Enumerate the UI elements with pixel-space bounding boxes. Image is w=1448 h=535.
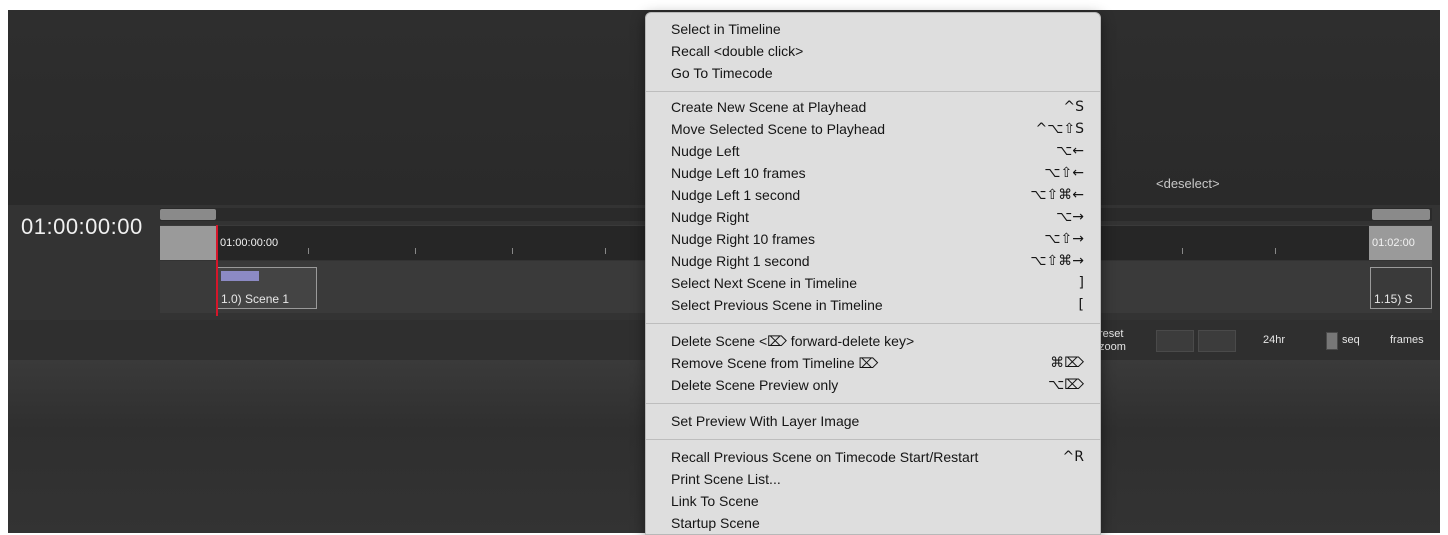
menu-item-print-scene-list[interactable]: Print Scene List...: [646, 469, 1100, 491]
scrollbar-thumb-right[interactable]: [1372, 209, 1430, 220]
menu-item-nudge-right-1-second[interactable]: Nudge Right 1 second ⌥⇧⌘→: [646, 251, 1100, 273]
ruler-tick: [1182, 248, 1183, 254]
menu-shortcut: ⌥⇧→: [1044, 231, 1084, 247]
menu-shortcut: ⌥→: [1056, 209, 1084, 225]
scene-clip[interactable]: 1.15) S: [1370, 267, 1432, 309]
menu-item-create-new-scene[interactable]: Create New Scene at Playhead ^S: [646, 97, 1100, 119]
scene-clip-label: 1.15) S: [1374, 292, 1413, 306]
menu-item-set-preview-with-layer-image[interactable]: Set Preview With Layer Image: [646, 411, 1100, 433]
menu-item-select-in-timeline[interactable]: Select in Timeline: [646, 19, 1100, 41]
menu-item-nudge-left-1-second[interactable]: Nudge Left 1 second ⌥⇧⌘←: [646, 185, 1100, 207]
ruler-tick: [605, 248, 606, 254]
menu-item-nudge-right-10-frames[interactable]: Nudge Right 10 frames ⌥⇧→: [646, 229, 1100, 251]
menu-separator: [646, 439, 1100, 440]
menu-shortcut: ⌥⌦: [1048, 377, 1084, 393]
menu-shortcut: ]: [1078, 275, 1084, 291]
menu-item-recall-previous-scene[interactable]: Recall Previous Scene on Timecode Start/…: [646, 447, 1100, 469]
menu-item-nudge-left[interactable]: Nudge Left ⌥←: [646, 141, 1100, 163]
scene-thumbnail: [221, 271, 259, 281]
scene-clip[interactable]: 1.0) Scene 1: [217, 267, 317, 309]
menu-shortcut: ⌥⇧⌘→: [1030, 253, 1084, 269]
menu-separator: [646, 323, 1100, 324]
menu-item-go-to-timecode[interactable]: Go To Timecode: [646, 63, 1100, 85]
menu-item-move-selected-scene[interactable]: Move Selected Scene to Playhead ^⌥⇧S: [646, 119, 1100, 141]
timecode-display: 01:00:00:00: [21, 214, 143, 239]
menu-shortcut: ⌥⇧←: [1044, 165, 1084, 181]
menu-shortcut: ^⌥⇧S: [1035, 121, 1084, 137]
ruler-start-label: 01:00:00:00: [220, 237, 279, 249]
menu-item-delete-scene-preview[interactable]: Delete Scene Preview only ⌥⌦: [646, 375, 1100, 397]
menu-item-startup-scene[interactable]: Startup Scene: [646, 513, 1100, 534]
menu-separator: [646, 91, 1100, 92]
menu-item-select-previous-scene[interactable]: Select Previous Scene in Timeline [: [646, 295, 1100, 317]
zoom-slider-handle[interactable]: [1326, 332, 1338, 350]
menu-item-select-next-scene[interactable]: Select Next Scene in Timeline ]: [646, 273, 1100, 295]
menu-item-nudge-right[interactable]: Nudge Right ⌥→: [646, 207, 1100, 229]
menu-separator: [646, 403, 1100, 404]
scene-clip-label: 1.0) Scene 1: [221, 292, 290, 306]
menu-shortcut: ⌥←: [1056, 143, 1084, 159]
menu-item-remove-scene-from-timeline[interactable]: Remove Scene from Timeline ⌦ ⌘⌦: [646, 353, 1100, 375]
menu-item-link-to-scene[interactable]: Link To Scene: [646, 491, 1100, 513]
menu-shortcut: ⌘⌦: [1050, 355, 1084, 371]
zoom-24hr-button[interactable]: 24hr: [1263, 334, 1285, 346]
menu-shortcut: [: [1078, 297, 1084, 313]
ruler-tick: [415, 248, 416, 254]
menu-shortcut: ^R: [1062, 449, 1084, 465]
zoom-seq-button[interactable]: seq: [1342, 334, 1360, 346]
ruler-tick: [1275, 248, 1276, 254]
zoom-preset-button[interactable]: [1198, 330, 1236, 352]
ruler-end-label: 01:02:00: [1372, 237, 1415, 249]
scrollbar-thumb-left[interactable]: [160, 209, 216, 220]
menu-shortcut: ⌥⇧⌘←: [1030, 187, 1084, 203]
menu-item-recall[interactable]: Recall <double click>: [646, 41, 1100, 63]
ruler-start-region: [160, 226, 216, 260]
playhead[interactable]: [216, 225, 218, 316]
ruler-tick: [512, 248, 513, 254]
zoom-label: zoom: [1099, 341, 1126, 353]
scene-context-menu: Select in Timeline Recall <double click>…: [645, 12, 1101, 535]
menu-shortcut: ^S: [1063, 99, 1084, 115]
menu-item-nudge-left-10-frames[interactable]: Nudge Left 10 frames ⌥⇧←: [646, 163, 1100, 185]
ruler-tick: [308, 248, 309, 254]
deselect-button[interactable]: <deselect>: [1156, 176, 1220, 191]
reset-zoom-button[interactable]: reset: [1099, 328, 1123, 340]
menu-item-delete-scene[interactable]: Delete Scene <⌦ forward-delete key>: [646, 331, 1100, 353]
zoom-preset-button[interactable]: [1156, 330, 1194, 352]
zoom-frames-button[interactable]: frames: [1390, 334, 1424, 346]
